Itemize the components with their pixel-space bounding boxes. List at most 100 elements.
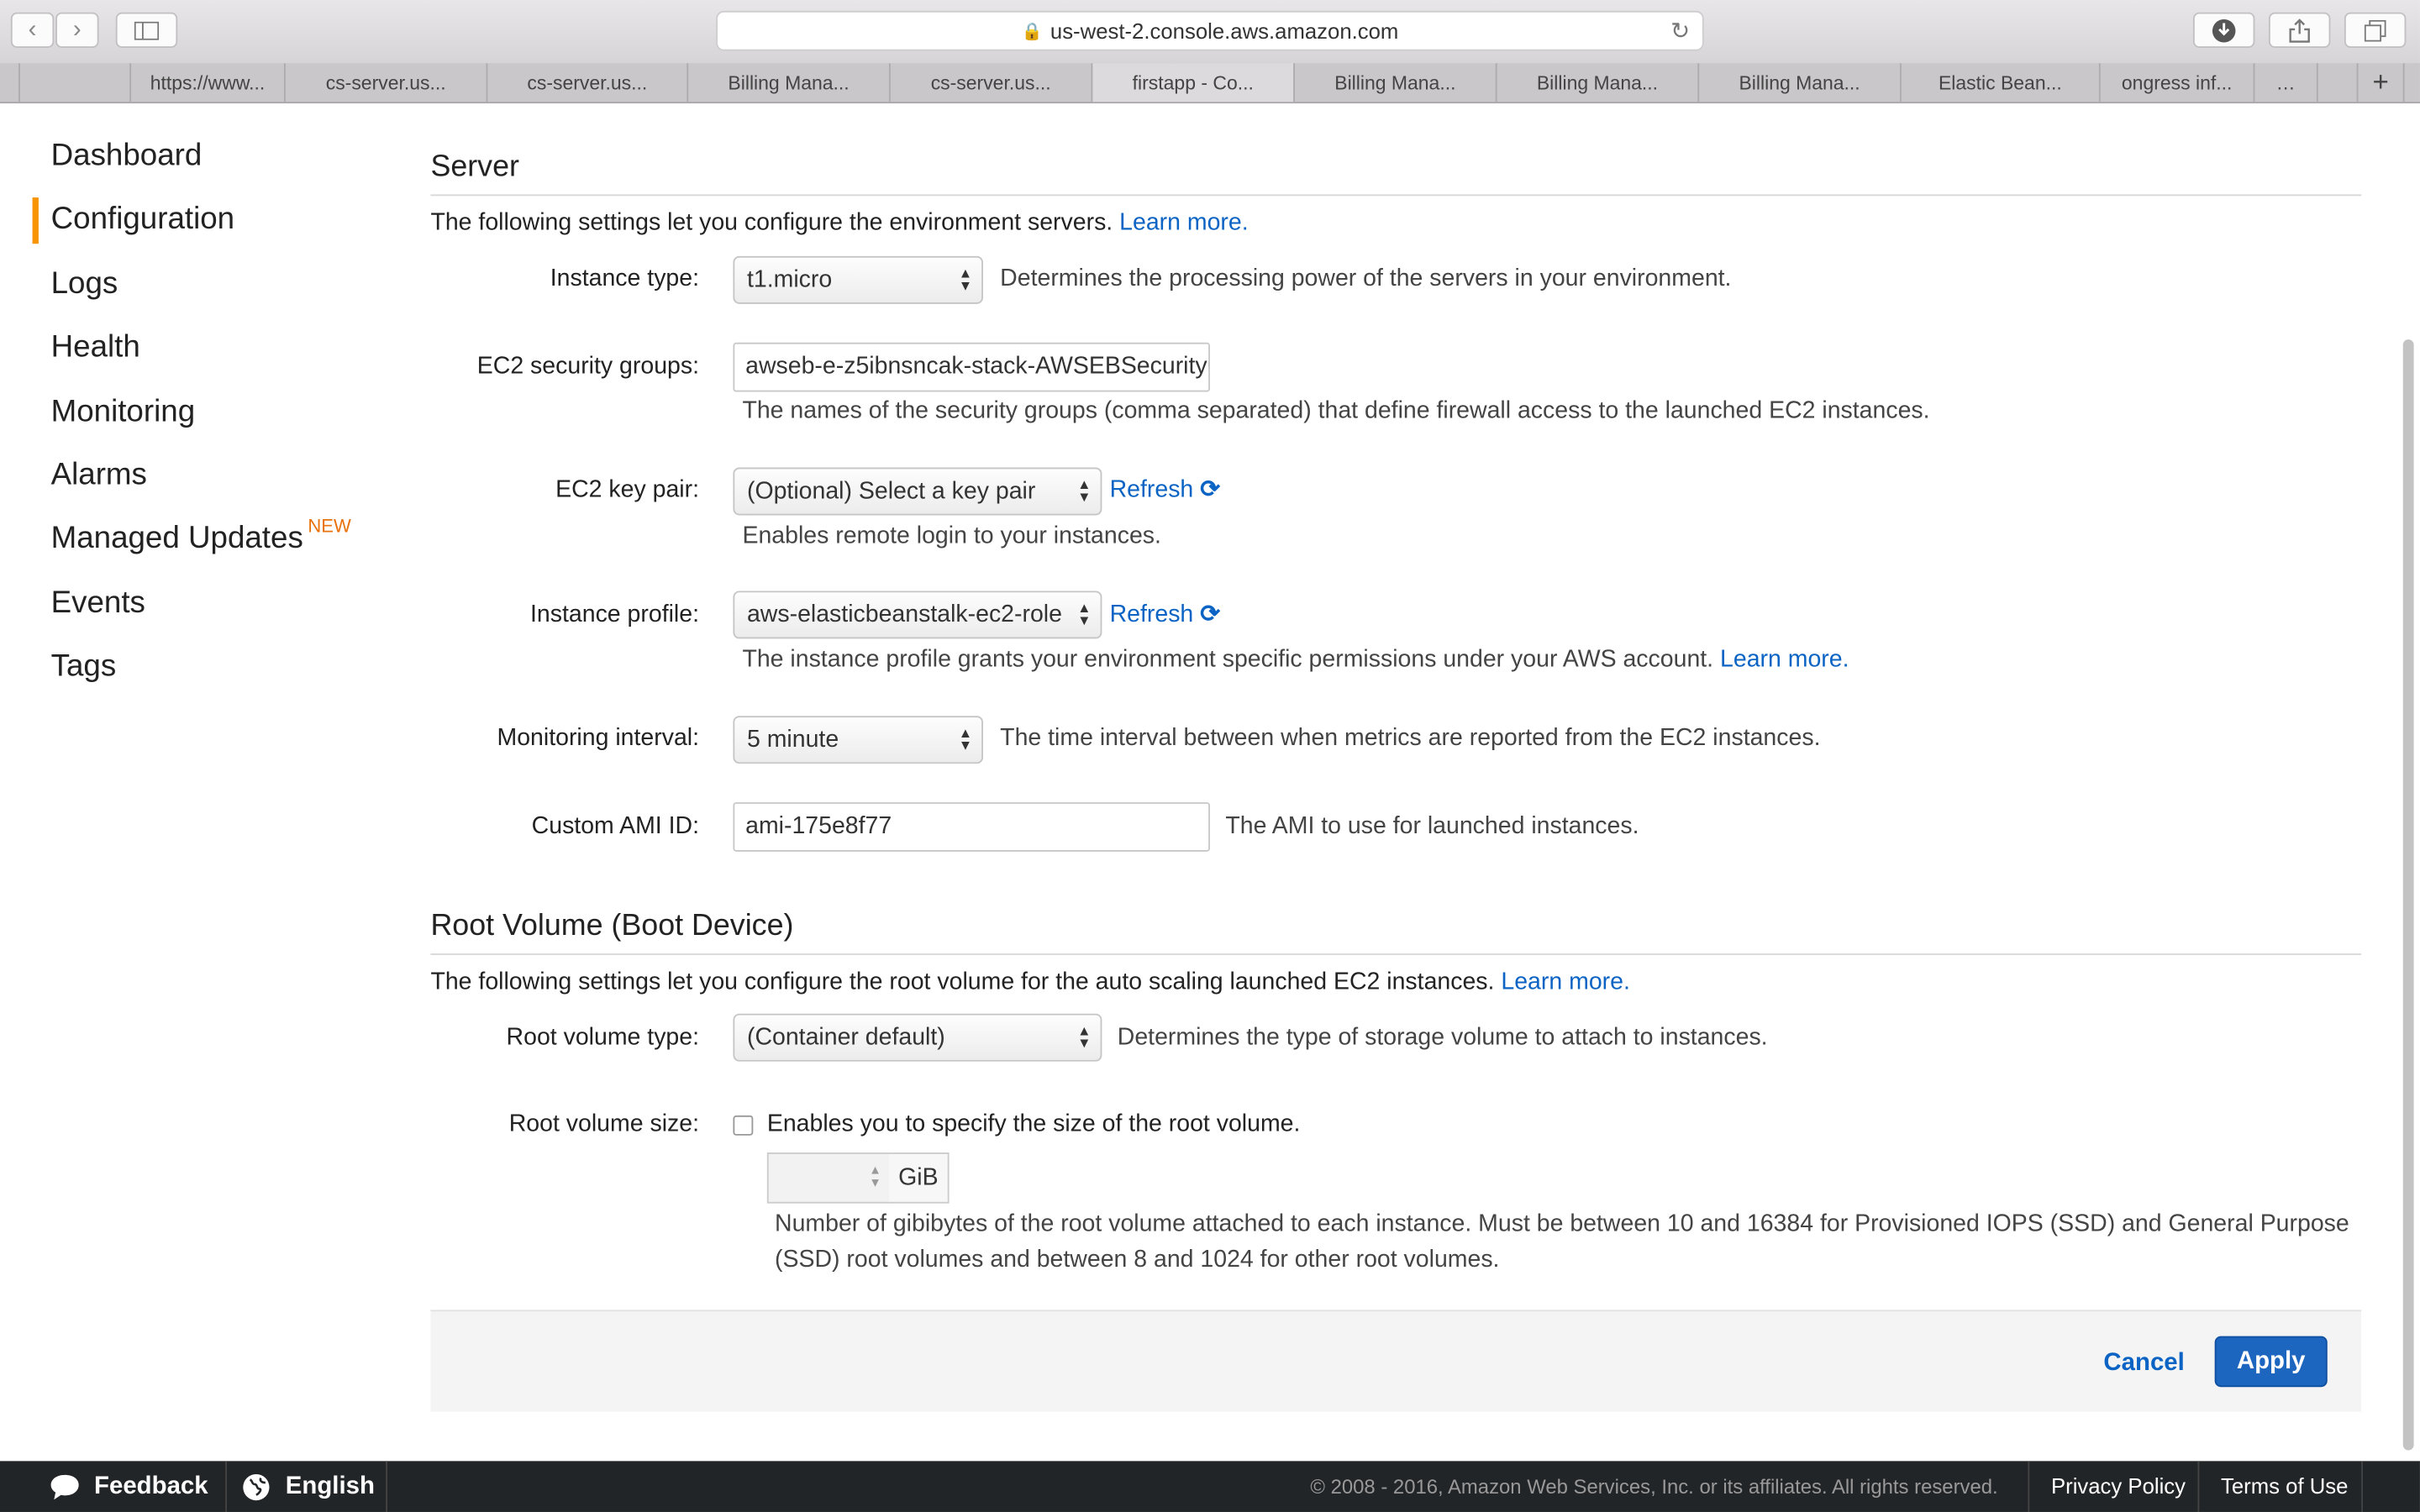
sidebar-item-events[interactable]: Events <box>51 586 145 622</box>
refresh-label: Refresh <box>1109 601 1194 628</box>
key-pair-help: Enables remote login to your instances. <box>742 522 1161 549</box>
tabs-icon <box>2364 18 2386 41</box>
root-volume-type-label: Root volume type: <box>506 1024 700 1051</box>
divider <box>386 1461 388 1512</box>
new-badge: NEW <box>308 515 351 538</box>
sidebar-item-dashboard[interactable]: Dashboard <box>51 139 203 174</box>
tab[interactable]: cs-server.us... <box>487 63 689 102</box>
gib-unit-addon: GiB <box>888 1152 950 1204</box>
refresh-icon: ⟳ <box>1200 601 1221 628</box>
tab-pinned[interactable] <box>0 63 20 102</box>
tabs-overview-button[interactable] <box>2344 12 2407 48</box>
apply-button[interactable]: Apply <box>2214 1336 2328 1388</box>
stepper-arrows-icon[interactable]: ▲ ▼ <box>869 1164 881 1189</box>
select-arrows-icon: ▲ ▼ <box>1077 1022 1092 1051</box>
address-bar[interactable]: 🔒 us-west-2.console.aws.amazon.com ↻ <box>716 10 1704 51</box>
server-learn-more-link[interactable]: Learn more. <box>1119 210 1249 236</box>
root-volume-type-value: (Container default) <box>746 1023 945 1050</box>
monitoring-interval-help: The time interval between when metrics a… <box>1000 725 1821 752</box>
key-pair-value: (Optional) Select a key pair <box>746 477 1036 504</box>
root-volume-section-title: Root Volume (Boot Device) <box>430 908 794 943</box>
sidebar-item-configuration[interactable]: Configuration <box>51 202 235 238</box>
root-volume-type-select[interactable]: (Container default) ▲ ▼ <box>733 1013 1102 1062</box>
tab[interactable]: Billing Mana... <box>1497 63 1700 102</box>
instance-profile-value: aws-elasticbeanstalk-ec2-role <box>746 601 1062 627</box>
divider <box>2361 1461 2363 1512</box>
custom-ami-input[interactable]: ami-175e8f77 <box>733 802 1210 852</box>
tab[interactable]: cs-server.us... <box>286 63 488 102</box>
new-tab-button[interactable]: + <box>2358 63 2405 102</box>
sidebar-item-alarms[interactable]: Alarms <box>51 458 147 493</box>
server-intro: The following settings let you configure… <box>430 210 1248 238</box>
instance-type-value: t1.micro <box>746 265 833 293</box>
instance-type-select[interactable]: t1.micro ▲ ▼ <box>733 255 983 304</box>
security-groups-label: EC2 security groups: <box>476 353 700 380</box>
divider <box>430 953 2362 955</box>
key-pair-select[interactable]: (Optional) Select a key pair ▲ ▼ <box>733 467 1102 516</box>
tab[interactable]: Billing Mana... <box>1295 63 1497 102</box>
forward-button[interactable]: › <box>55 12 99 48</box>
key-pair-refresh-link[interactable]: Refresh ⟳ <box>1110 475 1220 505</box>
divider <box>2197 1461 2200 1512</box>
share-icon <box>2289 18 2310 42</box>
root-volume-size-stepper[interactable]: ▲ ▼ <box>766 1152 891 1204</box>
sidebar-item-monitoring[interactable]: Monitoring <box>51 395 196 430</box>
feedback-button[interactable]: Feedback <box>50 1461 208 1512</box>
chevron-left-icon: ‹ <box>28 16 37 43</box>
key-pair-label: EC2 key pair: <box>555 476 700 503</box>
sidebar-toggle-button[interactable] <box>115 12 178 48</box>
tab[interactable]: ongress inf... <box>2101 63 2255 102</box>
instance-profile-refresh-link[interactable]: Refresh ⟳ <box>1110 600 1220 629</box>
divider <box>2028 1461 2030 1512</box>
plus-icon: + <box>2372 66 2389 97</box>
instance-profile-help: The instance profile grants your environ… <box>742 647 1849 675</box>
tab[interactable]: https://www... <box>131 63 286 102</box>
language-selector[interactable]: English <box>242 1461 375 1512</box>
tab[interactable]: cs-server.us... <box>891 63 1093 102</box>
sidebar-item-label: Managed Updates <box>50 521 303 556</box>
privacy-policy-link[interactable]: Privacy Policy <box>2051 1473 2186 1498</box>
tab-pinned[interactable] <box>2318 63 2359 102</box>
root-volume-size-help: Number of gibibytes of the root volume a… <box>775 1206 2349 1277</box>
monitoring-interval-value: 5 minute <box>746 726 839 753</box>
root-volume-type-help: Determines the type of storage volume to… <box>1117 1024 1768 1051</box>
select-arrows-icon: ▲ ▼ <box>1077 476 1092 505</box>
instance-profile-select[interactable]: aws-elasticbeanstalk-ec2-role ▲ ▼ <box>733 591 1102 639</box>
divider <box>225 1461 227 1512</box>
sidebar-item-logs[interactable]: Logs <box>51 267 118 302</box>
downloads-button[interactable] <box>2192 12 2255 48</box>
tab-strip: https://www... cs-server.us... cs-server… <box>0 63 2420 104</box>
divider <box>430 194 2362 197</box>
refresh-label: Refresh <box>1109 476 1194 503</box>
root-volume-size-help-line: (SSD) root volumes and between 8 and 102… <box>775 1247 1500 1273</box>
share-button[interactable] <box>2268 12 2331 48</box>
security-groups-input[interactable]: awseb-e-z5ibnsncak-stack-AWSEBSecurityGr… <box>733 342 1210 392</box>
reload-icon[interactable]: ↻ <box>1670 17 1690 45</box>
cancel-button[interactable]: Cancel <box>2103 1350 2184 1378</box>
root-volume-learn-more-link[interactable]: Learn more. <box>1501 969 1630 995</box>
tab[interactable]: Billing Mana... <box>1699 63 1902 102</box>
instance-type-help: Determines the processing power of the s… <box>1000 265 1732 292</box>
terms-of-use-link[interactable]: Terms of Use <box>2221 1473 2348 1498</box>
back-button[interactable]: ‹ <box>10 12 55 48</box>
select-arrows-icon: ▲ ▼ <box>958 725 973 753</box>
instance-type-label: Instance type: <box>550 265 700 292</box>
scrollbar-thumb[interactable] <box>2402 339 2414 1451</box>
root-volume-size-checkbox-label: Enables you to specify the size of the r… <box>766 1110 1301 1137</box>
tab[interactable]: Elastic Bean... <box>1902 63 2101 102</box>
sidebar-item-tags[interactable]: Tags <box>51 649 117 685</box>
sidebar-item-managed-updates[interactable]: Managed Updates NEW <box>50 515 351 557</box>
tab-active[interactable]: firstapp - Co... <box>1092 63 1295 102</box>
tab-pinned[interactable] <box>20 63 132 102</box>
root-volume-size-checkbox[interactable] <box>733 1115 754 1136</box>
sidebar-item-health[interactable]: Health <box>51 330 140 365</box>
monitoring-interval-select[interactable]: 5 minute ▲ ▼ <box>733 716 983 764</box>
browser-toolbar: ‹ › 🔒 us-west-2.console.aws.amazon.com ↻ <box>0 0 2420 66</box>
tab[interactable]: Billing Mana... <box>688 63 891 102</box>
security-groups-help: The names of the security groups (comma … <box>742 397 1930 425</box>
copyright-text: © 2008 - 2016, Amazon Web Services, Inc.… <box>1310 1474 1998 1499</box>
console-footer: Feedback English © 2008 - 2016, Amazon W… <box>0 1461 2420 1512</box>
lock-icon: 🔒 <box>1021 22 1043 41</box>
tab-overflow[interactable]: … <box>2254 63 2318 102</box>
instance-profile-learn-more-link[interactable]: Learn more. <box>1720 647 1849 673</box>
